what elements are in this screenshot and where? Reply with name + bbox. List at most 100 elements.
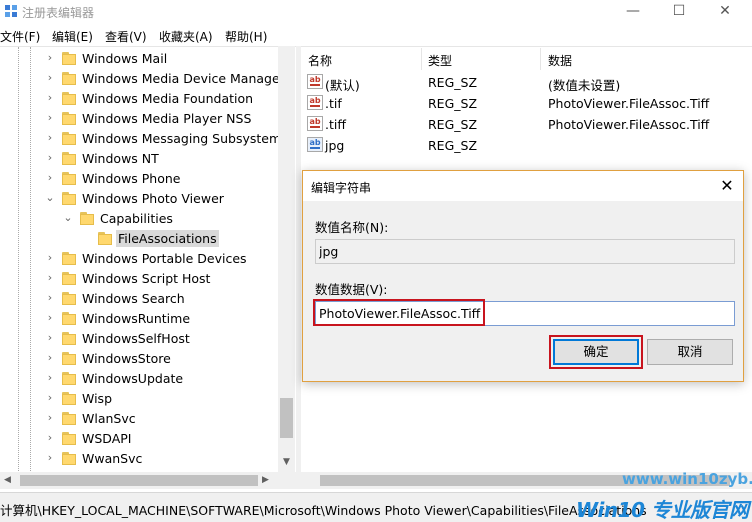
folder-icon	[62, 292, 76, 305]
tree-item[interactable]: › WwanSvc	[0, 449, 296, 469]
menu-view[interactable]: 查看(V)	[105, 28, 147, 45]
chevron-right-icon[interactable]: ›	[44, 90, 56, 106]
cell-type: REG_SZ	[428, 75, 478, 90]
maximize-button[interactable]: ☐	[656, 0, 702, 24]
tree-scroll-thumb[interactable]	[280, 398, 293, 438]
tree-item[interactable]: › Windows NT	[0, 149, 296, 169]
menu-help[interactable]: 帮助(H)	[225, 28, 267, 45]
folder-icon	[62, 352, 76, 365]
folder-icon	[98, 232, 112, 245]
chevron-right-icon[interactable]: ›	[44, 370, 56, 386]
chevron-right-icon[interactable]: ›	[44, 450, 56, 466]
menu-bar: 文件(F) 编辑(E) 查看(V) 收藏夹(A) 帮助(H)	[0, 24, 752, 46]
tree-item-label: WindowsUpdate	[82, 371, 184, 386]
tree-item[interactable]: › WlanSvc	[0, 409, 296, 429]
tree-item-label: WlanSvc	[82, 411, 136, 426]
tree-item[interactable]: › Wisp	[0, 389, 296, 409]
string-value-icon: ab	[307, 137, 323, 152]
tree-item[interactable]: › WindowsRuntime	[0, 309, 296, 329]
tree-item[interactable]: › WindowsUpdate	[0, 369, 296, 389]
tree-item[interactable]: ⌄ Capabilities	[0, 209, 296, 229]
tree-item-label: Windows NT	[82, 151, 159, 166]
menu-file[interactable]: 文件(F)	[0, 28, 40, 45]
registry-path: 计算机\HKEY_LOCAL_MACHINE\SOFTWARE\Microsof…	[0, 503, 647, 518]
cancel-button[interactable]: 取消	[647, 339, 733, 365]
folder-icon	[62, 92, 76, 105]
chevron-right-icon[interactable]: ›	[44, 270, 56, 286]
tree-item-label: Windows Phone	[82, 171, 181, 186]
cell-data: PhotoViewer.FileAssoc.Tiff	[548, 117, 710, 132]
chevron-down-icon[interactable]: ⌄	[62, 210, 74, 226]
watermark-logo: Win10 专业版官网	[576, 498, 749, 522]
tree-item-label: Windows Mail	[82, 51, 168, 66]
dialog-title: 编辑字符串	[311, 181, 372, 195]
chevron-right-icon[interactable]: ›	[44, 110, 56, 126]
tree-item[interactable]: › Windows Search	[0, 289, 296, 309]
tree-item[interactable]: › Windows Media Player NSS	[0, 109, 296, 129]
tree-item[interactable]: ⌄ Windows Photo Viewer	[0, 189, 296, 209]
cell-name: .tiff	[325, 117, 346, 132]
column-divider[interactable]	[540, 48, 541, 70]
list-item[interactable]: ab .tif REG_SZ PhotoViewer.FileAssoc.Tiff	[301, 93, 752, 113]
chevron-right-icon[interactable]: ›	[44, 310, 56, 326]
scroll-right-arrow-icon[interactable]: ▶	[262, 472, 276, 489]
tree-item[interactable]: › Windows Mail	[0, 49, 296, 69]
menu-favorites[interactable]: 收藏夹(A)	[159, 28, 213, 45]
list-item[interactable]: ab jpg REG_SZ	[301, 135, 752, 155]
folder-icon	[62, 252, 76, 265]
chevron-right-icon[interactable]: ›	[44, 150, 56, 166]
chevron-right-icon[interactable]: ›	[44, 350, 56, 366]
tree-item-label: Windows Media Device Manager	[82, 71, 285, 86]
tree-item[interactable]: › Windows Messaging Subsystem	[0, 129, 296, 149]
tree-item-label: Windows Photo Viewer	[82, 191, 224, 206]
chevron-right-icon[interactable]: ›	[44, 50, 56, 66]
column-header-name[interactable]: 名称	[308, 52, 332, 68]
folder-icon	[62, 192, 76, 205]
chevron-right-icon[interactable]: ›	[44, 130, 56, 146]
close-button[interactable]: ✕	[702, 0, 748, 24]
chevron-right-icon[interactable]: ›	[44, 250, 56, 266]
registry-tree: › Windows Mail › Windows Media Device Manag…	[0, 46, 296, 472]
tree-item[interactable]: FileAssociations	[0, 229, 296, 249]
chevron-right-icon[interactable]: ›	[44, 410, 56, 426]
list-item[interactable]: ab .tiff REG_SZ PhotoViewer.FileAssoc.Tiff	[301, 114, 752, 134]
folder-icon	[62, 132, 76, 145]
chevron-right-icon[interactable]: ›	[44, 390, 56, 406]
tree-item[interactable]: › Windows Portable Devices	[0, 249, 296, 269]
value-name-field[interactable]	[315, 239, 735, 264]
folder-icon	[80, 212, 94, 225]
chevron-right-icon[interactable]: ›	[44, 430, 56, 446]
chevron-right-icon[interactable]: ›	[44, 290, 56, 306]
tree-item[interactable]: › Windows Media Device Manager	[0, 69, 296, 89]
scroll-left-arrow-icon[interactable]: ◀	[4, 472, 18, 489]
string-value-icon: ab	[307, 116, 323, 131]
chevron-right-icon[interactable]: ›	[44, 330, 56, 346]
tree-hscroll-thumb[interactable]	[20, 475, 258, 486]
tree-item[interactable]: › WSDAPI	[0, 429, 296, 449]
tree-item-label: WSDAPI	[82, 431, 132, 446]
chevron-right-icon[interactable]: ›	[44, 170, 56, 186]
scroll-down-arrow-icon[interactable]: ▼	[278, 454, 295, 471]
string-value-icon: ab	[307, 74, 323, 89]
minimize-button[interactable]: —	[610, 0, 656, 24]
column-header-data[interactable]: 数据	[548, 52, 572, 68]
menu-edit[interactable]: 编辑(E)	[52, 28, 93, 45]
ok-button[interactable]: 确定	[553, 339, 639, 365]
tree-item[interactable]: › Windows Media Foundation	[0, 89, 296, 109]
chevron-right-icon[interactable]: ›	[44, 70, 56, 86]
tree-item-label: WindowsRuntime	[82, 311, 191, 326]
chevron-down-icon[interactable]: ⌄	[44, 190, 56, 206]
tree-item[interactable]: › Windows Script Host	[0, 269, 296, 289]
tree-item-label: WindowsSelfHost	[82, 331, 190, 346]
column-header-type[interactable]: 类型	[428, 52, 452, 68]
tree-item-label: Windows Messaging Subsystem	[82, 131, 282, 146]
dialog-close-icon[interactable]: ✕	[717, 176, 737, 196]
tree-item[interactable]: › WindowsSelfHost	[0, 329, 296, 349]
tree-item-label: WindowsStore	[82, 351, 171, 366]
tree-item[interactable]: › Windows Phone	[0, 169, 296, 189]
column-divider[interactable]	[421, 48, 422, 70]
folder-icon	[62, 72, 76, 85]
tree-item[interactable]: › WindowsStore	[0, 349, 296, 369]
regedit-app-icon	[5, 5, 17, 17]
list-item[interactable]: ab (默认) REG_SZ (数值未设置)	[301, 72, 752, 93]
